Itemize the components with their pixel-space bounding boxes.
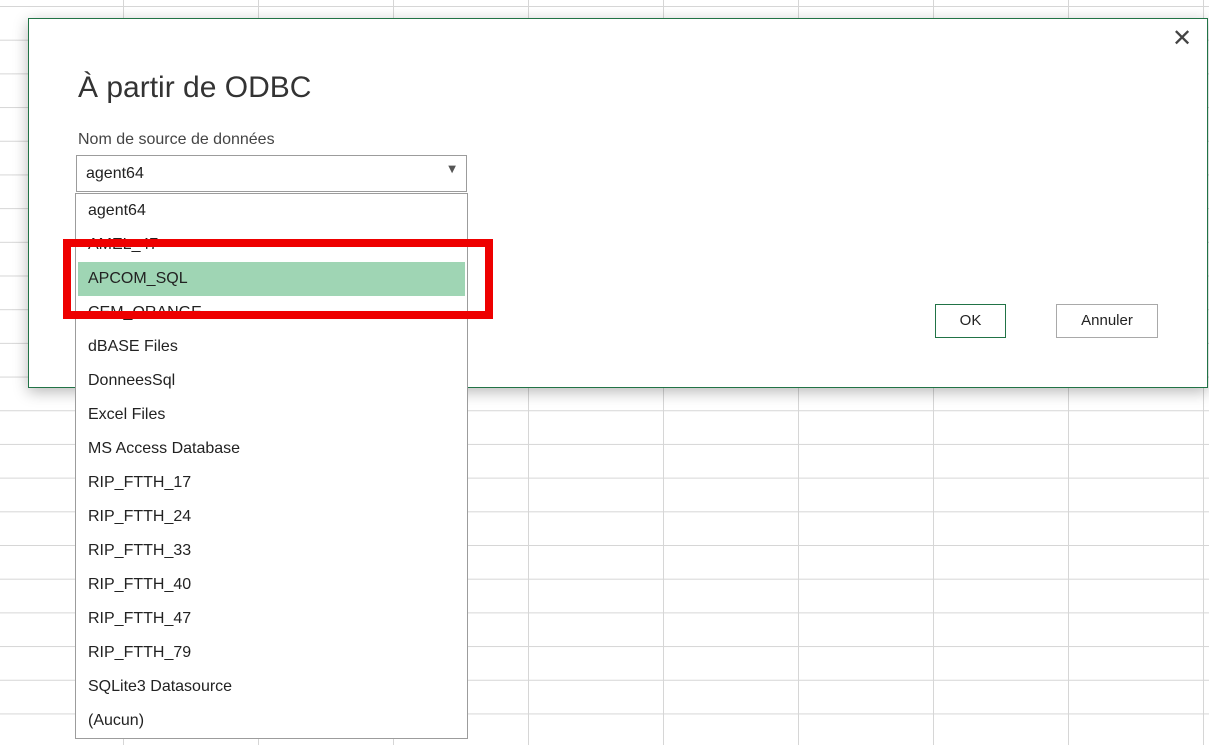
dropdown-option[interactable]: MS Access Database (76, 432, 467, 466)
dropdown-option[interactable]: CEM_ORANGE (76, 296, 467, 330)
dropdown-option[interactable]: RIP_FTTH_47 (76, 602, 467, 636)
dropdown-option[interactable]: dBASE Files (76, 330, 467, 364)
dropdown-option-highlighted[interactable]: APCOM_SQL (78, 262, 465, 296)
stage: ✕ À partir de ODBC Nom de source de donn… (0, 0, 1209, 745)
dialog-title: À partir de ODBC (78, 71, 312, 104)
chevron-down-icon: ▼ (448, 164, 456, 175)
dropdown-option[interactable]: SQLite3 Datasource (76, 670, 467, 704)
data-source-dropdown-list: agent64 AMEL_47 APCOM_SQL CEM_ORANGE dBA… (75, 193, 468, 739)
data-source-select-value: agent64 (86, 165, 144, 182)
dropdown-option[interactable]: RIP_FTTH_17 (76, 466, 467, 500)
data-source-select[interactable]: agent64 ▼ (76, 155, 467, 192)
dropdown-option[interactable]: agent64 (76, 194, 467, 228)
cancel-button[interactable]: Annuler (1056, 304, 1158, 338)
dropdown-option[interactable]: DonneesSql (76, 364, 467, 398)
ok-button[interactable]: OK (935, 304, 1006, 338)
dropdown-option[interactable]: RIP_FTTH_40 (76, 568, 467, 602)
dropdown-option[interactable]: RIP_FTTH_33 (76, 534, 467, 568)
dropdown-option[interactable]: RIP_FTTH_79 (76, 636, 467, 670)
dropdown-option[interactable]: Excel Files (76, 398, 467, 432)
data-source-label: Nom de source de données (78, 131, 275, 148)
dropdown-option[interactable]: (Aucun) (76, 704, 467, 738)
dropdown-option[interactable]: RIP_FTTH_24 (76, 500, 467, 534)
dropdown-option[interactable]: AMEL_47 (76, 228, 467, 262)
close-icon[interactable]: ✕ (1169, 25, 1195, 51)
